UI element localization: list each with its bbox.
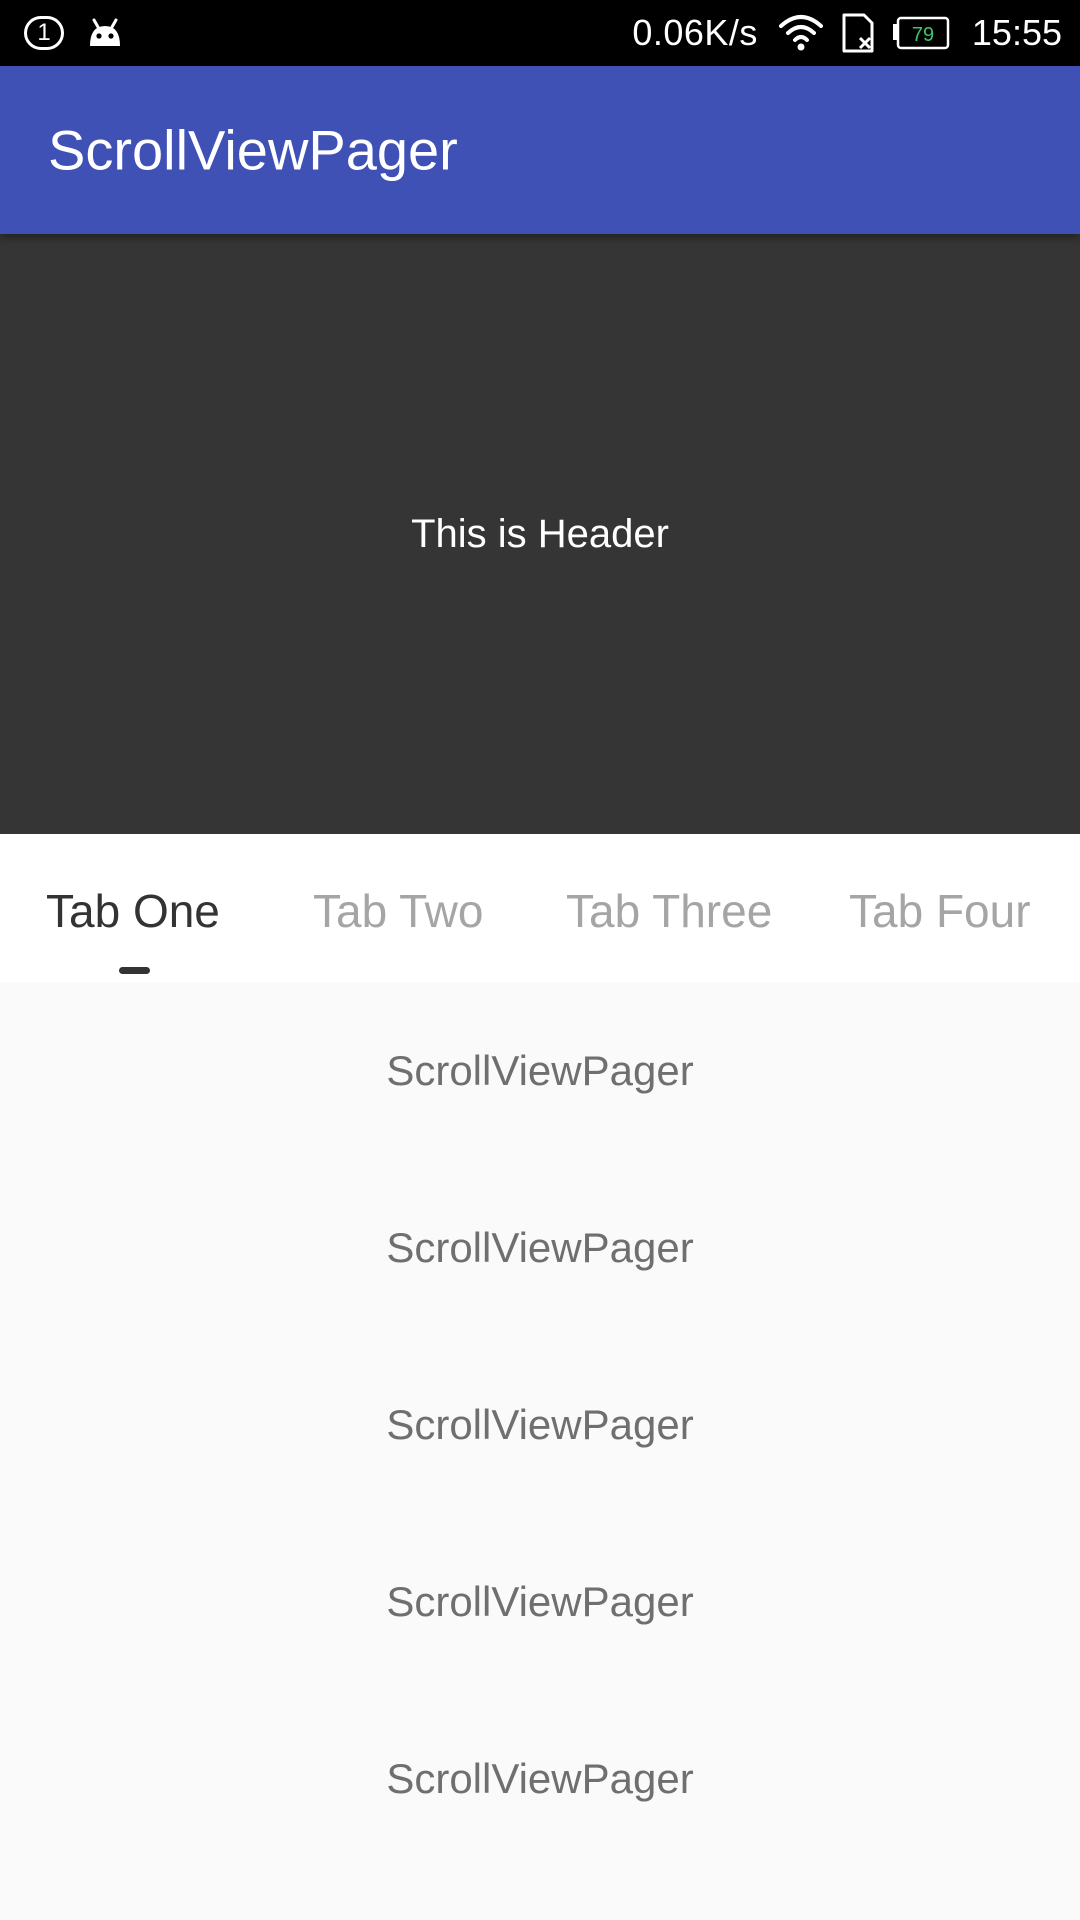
status-bar: 1 0.06K/s 79 15:55 (0, 0, 1080, 66)
tab-one[interactable]: Tab One (46, 884, 220, 938)
content-list[interactable]: ScrollViewPager ScrollViewPager ScrollVi… (0, 982, 1080, 1920)
tab-two[interactable]: Tab Two (313, 884, 483, 938)
app-title: ScrollViewPager (48, 118, 458, 182)
tab-indicator (119, 967, 150, 974)
status-left: 1 (24, 16, 124, 50)
wifi-icon (778, 14, 824, 52)
app-bar: ScrollViewPager (0, 66, 1080, 234)
header-text: This is Header (411, 511, 669, 556)
net-speed: 0.06K/s (632, 12, 758, 53)
circled-one-icon: 1 (24, 16, 64, 50)
clock: 15:55 (971, 12, 1062, 53)
battery-icon: 79 (892, 16, 950, 50)
header: This is Header (0, 234, 1080, 834)
notification-count: 1 (37, 19, 51, 46)
sim-card-missing-icon (840, 12, 876, 54)
status-right: 0.06K/s 79 15:55 (632, 12, 1062, 54)
list-item[interactable]: ScrollViewPager (0, 1513, 1080, 1690)
tab-three[interactable]: Tab Three (566, 884, 772, 938)
list-item[interactable]: ScrollViewPager (0, 982, 1080, 1159)
tab-strip: Tab One Tab Two Tab Three Tab Four (0, 834, 1080, 982)
android-icon (86, 18, 124, 48)
battery-level: 79 (912, 24, 934, 46)
screen: 1 0.06K/s 79 15:55 ScrollViewPager This … (0, 0, 1080, 1920)
list-item[interactable]: ScrollViewPager (0, 1690, 1080, 1867)
list-item[interactable]: ScrollViewPager (0, 1336, 1080, 1513)
list-item[interactable]: ScrollViewPager (0, 1159, 1080, 1336)
tab-four[interactable]: Tab Four (849, 884, 1031, 938)
